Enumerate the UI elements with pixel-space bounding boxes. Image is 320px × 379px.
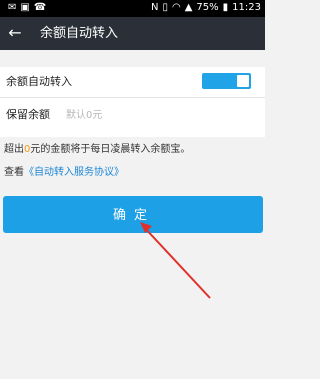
toggle-knob — [237, 75, 249, 87]
transfer-note: 超出0元的金额将于每日凌晨转入余额宝。 — [4, 143, 190, 157]
image-icon: ▣ — [20, 2, 30, 13]
arrow-shaft — [142, 225, 211, 299]
battery-icon: ▮ — [222, 2, 229, 13]
auto-transfer-toggle[interactable] — [202, 73, 251, 89]
status-right-icons: N ▯ ◠ ▲ 75% ▮ 11:23 — [151, 2, 261, 14]
wifi-icon: ◠ — [171, 2, 181, 13]
back-arrow-icon[interactable]: ← — [6, 23, 24, 43]
signal-icon: ▲ — [184, 2, 193, 13]
reserve-balance-input[interactable] — [66, 108, 186, 122]
battery-percent: 75% — [196, 2, 219, 13]
auto-transfer-label: 余额自动转入 — [6, 75, 72, 88]
status-bar: ✉ ▣ ☎ N ▯ ◠ ▲ 75% ▮ 11:23 — [0, 0, 265, 17]
annotation-arrow — [140, 222, 211, 299]
mail-icon: ✉ — [8, 2, 17, 13]
note-prefix: 超出 — [4, 144, 24, 155]
note-suffix: 元的金额将于每日凌晨转入余额宝。 — [30, 144, 191, 155]
agreement-prefix: 查看 — [4, 167, 24, 178]
auto-transfer-row: 余额自动转入 — [0, 67, 265, 98]
page-title: 余额自动转入 — [40, 26, 119, 41]
confirm-button[interactable]: 确定 — [3, 196, 263, 233]
clock: 11:23 — [232, 2, 261, 13]
reserve-balance-row: 保留余额 — [0, 98, 265, 137]
settings-card: 余额自动转入 保留余额 — [0, 67, 265, 137]
agreement-line: 查看《自动转入服务协议》 — [4, 166, 124, 180]
agreement-link[interactable]: 《自动转入服务协议》 — [24, 167, 124, 178]
vibrate-icon: ▯ — [162, 2, 168, 13]
reserve-balance-label: 保留余额 — [6, 108, 50, 121]
status-left-icons: ✉ ▣ ☎ — [8, 2, 46, 14]
phone-icon: ☎ — [33, 2, 47, 13]
app-bar: ← 余额自动转入 — [0, 17, 265, 50]
nfc-icon: N — [150, 2, 159, 13]
